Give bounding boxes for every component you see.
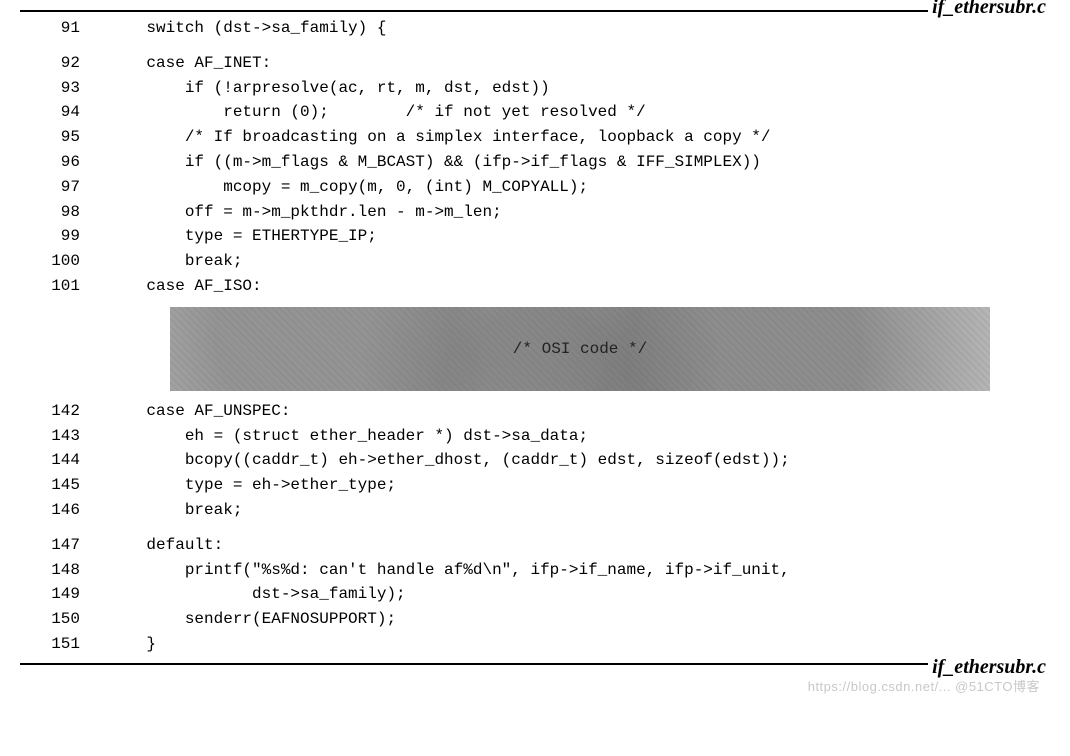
line-number: 151 xyxy=(20,632,108,657)
line-number: 93 xyxy=(20,76,108,101)
line-number: 95 xyxy=(20,125,108,150)
code-listing-frame: if_ethersubr.c 91 switch (dst->sa_family… xyxy=(20,10,1050,665)
code-line: 143 eh = (struct ether_header *) dst->sa… xyxy=(20,424,1050,449)
line-number: 92 xyxy=(20,51,108,76)
line-number: 96 xyxy=(20,150,108,175)
code-line: 142 case AF_UNSPEC: xyxy=(20,399,1050,424)
code-line: 94 return (0); /* if not yet resolved */ xyxy=(20,100,1050,125)
line-number: 97 xyxy=(20,175,108,200)
code-line: 101 case AF_ISO: xyxy=(20,274,1050,299)
line-number: 144 xyxy=(20,448,108,473)
code-text: printf("%s%d: can't handle af%d\n", ifp-… xyxy=(108,558,1050,583)
code-line: 151 } xyxy=(20,632,1050,657)
code-line: 100 break; xyxy=(20,249,1050,274)
code-line: 145 type = eh->ether_type; xyxy=(20,473,1050,498)
code-text: eh = (struct ether_header *) dst->sa_dat… xyxy=(108,424,1050,449)
code-line: 92 case AF_INET: xyxy=(20,51,1050,76)
line-number: 147 xyxy=(20,533,108,558)
code-line: 150 senderr(EAFNOSUPPORT); xyxy=(20,607,1050,632)
line-number: 101 xyxy=(20,274,108,299)
rule-bottom xyxy=(20,663,1050,665)
code-text: default: xyxy=(108,533,1050,558)
code-block: 91 switch (dst->sa_family) {92 case AF_I… xyxy=(20,12,1050,663)
code-text: case AF_INET: xyxy=(108,51,1050,76)
code-line: 148 printf("%s%d: can't handle af%d\n", … xyxy=(20,558,1050,583)
code-text: } xyxy=(108,632,1050,657)
line-number: 98 xyxy=(20,200,108,225)
code-line: 146 break; xyxy=(20,498,1050,523)
line-number: 145 xyxy=(20,473,108,498)
line-number: 150 xyxy=(20,607,108,632)
code-text: bcopy((caddr_t) eh->ether_dhost, (caddr_… xyxy=(108,448,1050,473)
osi-omitted-box: /* OSI code */ xyxy=(170,307,990,391)
code-text: break; xyxy=(108,498,1050,523)
watermark-text: https://blog.csdn.net/... @51CTO博客 xyxy=(808,676,1040,695)
line-number: 91 xyxy=(20,16,108,41)
code-text: mcopy = m_copy(m, 0, (int) M_COPYALL); xyxy=(108,175,1050,200)
code-line: 99 type = ETHERTYPE_IP; xyxy=(20,224,1050,249)
code-line: 144 bcopy((caddr_t) eh->ether_dhost, (ca… xyxy=(20,448,1050,473)
code-text: if ((m->m_flags & M_BCAST) && (ifp->if_f… xyxy=(108,150,1050,175)
line-number: 149 xyxy=(20,582,108,607)
code-text: type = eh->ether_type; xyxy=(108,473,1050,498)
code-text: dst->sa_family); xyxy=(108,582,1050,607)
code-line: 147 default: xyxy=(20,533,1050,558)
line-number: 94 xyxy=(20,100,108,125)
code-text: return (0); /* if not yet resolved */ xyxy=(108,100,1050,125)
code-line: 93 if (!arpresolve(ac, rt, m, dst, edst)… xyxy=(20,76,1050,101)
code-text: case AF_ISO: xyxy=(108,274,1050,299)
code-line: 95 /* If broadcasting on a simplex inter… xyxy=(20,125,1050,150)
code-line: 91 switch (dst->sa_family) { xyxy=(20,16,1050,41)
code-text: type = ETHERTYPE_IP; xyxy=(108,224,1050,249)
code-line: 96 if ((m->m_flags & M_BCAST) && (ifp->i… xyxy=(20,150,1050,175)
line-number: 99 xyxy=(20,224,108,249)
line-number: 143 xyxy=(20,424,108,449)
line-number: 142 xyxy=(20,399,108,424)
code-line: 149 dst->sa_family); xyxy=(20,582,1050,607)
code-text: break; xyxy=(108,249,1050,274)
line-number: 146 xyxy=(20,498,108,523)
code-text: off = m->m_pkthdr.len - m->m_len; xyxy=(108,200,1050,225)
code-text: switch (dst->sa_family) { xyxy=(108,16,1050,41)
blank-line xyxy=(20,41,1050,51)
blank-line xyxy=(20,523,1050,533)
filename-label-top: if_ethersubr.c xyxy=(928,0,1050,19)
line-number: 100 xyxy=(20,249,108,274)
line-number: 148 xyxy=(20,558,108,583)
code-text: case AF_UNSPEC: xyxy=(108,399,1050,424)
code-text: /* If broadcasting on a simplex interfac… xyxy=(108,125,1050,150)
code-line: 98 off = m->m_pkthdr.len - m->m_len; xyxy=(20,200,1050,225)
code-text: if (!arpresolve(ac, rt, m, dst, edst)) xyxy=(108,76,1050,101)
code-text: senderr(EAFNOSUPPORT); xyxy=(108,607,1050,632)
code-line: 97 mcopy = m_copy(m, 0, (int) M_COPYALL)… xyxy=(20,175,1050,200)
